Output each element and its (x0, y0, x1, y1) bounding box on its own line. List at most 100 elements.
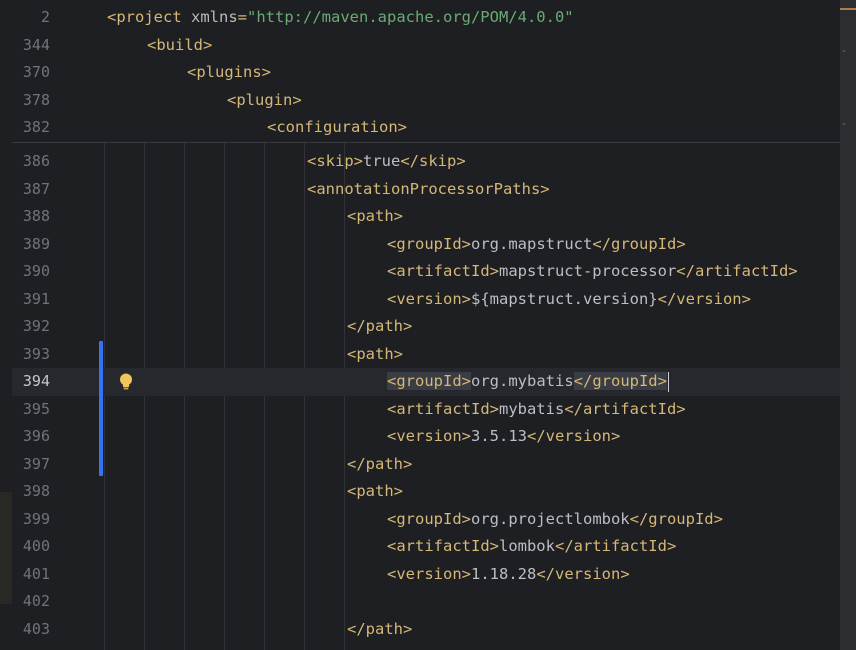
xml-tag: </version> (527, 427, 621, 445)
element-value: org.projectlombok (471, 509, 630, 528)
element-value: org.mybatis (471, 372, 574, 390)
xml-tag: <skip> (307, 152, 363, 170)
code-line[interactable]: 370 <plugins> (12, 59, 840, 87)
code-text[interactable]: <path> (347, 478, 403, 506)
code-text[interactable]: </path> (347, 313, 412, 341)
lightbulb-icon[interactable] (117, 372, 135, 392)
code-line[interactable]: 393 <path> (12, 341, 840, 369)
element-value: lombok (498, 537, 555, 555)
code-text[interactable]: </path> (347, 616, 412, 644)
xml-tag: </version> (536, 564, 630, 583)
xml-tag: <path> (347, 207, 403, 225)
change-marker[interactable] (99, 341, 103, 476)
line-number[interactable]: 402 (12, 588, 50, 616)
xml-tag: </path> (347, 619, 413, 638)
line-number[interactable]: 392 (12, 313, 50, 341)
code-text[interactable]: <groupId>org.mybatis</groupId> (387, 368, 670, 396)
xml-tag: </groupId> (592, 234, 686, 253)
xml-tag: <plugins> (187, 63, 271, 81)
left-strip-band (0, 492, 12, 604)
code-text[interactable]: <artifactId>lombok</artifactId> (387, 533, 676, 561)
code-text[interactable]: <version>${mapstruct.version}</version> (387, 286, 751, 314)
xml-tag: <path> (347, 344, 403, 363)
line-number[interactable]: 370 (12, 59, 50, 87)
code-line[interactable]: 378 <plugin> (12, 87, 840, 115)
xml-tag: <annotationProcessorPaths> (307, 179, 550, 198)
xml-tag: <groupId> (387, 234, 471, 253)
line-number[interactable]: 394 (12, 368, 50, 396)
code-text[interactable]: <version>1.18.28</version> (387, 561, 630, 589)
code-text[interactable]: <path> (347, 341, 403, 369)
code-text[interactable]: <artifactId>mapstruct-processor</artifac… (387, 258, 798, 286)
line-number[interactable]: 396 (12, 423, 50, 451)
code-line[interactable]: 398 <path> (12, 478, 840, 506)
code-text[interactable]: <project xmlns="http://maven.apache.org/… (107, 4, 574, 32)
line-number[interactable]: 391 (12, 286, 50, 314)
code-line[interactable]: 382 <configuration> (12, 114, 840, 142)
xml-tag: </artifactId> (676, 262, 798, 280)
code-line[interactable]: 391 <version>${mapstruct.version}</versio… (12, 286, 840, 314)
code-text[interactable]: </path> (347, 451, 412, 479)
code-line[interactable]: 388 <path> (12, 203, 840, 231)
code-text[interactable]: <path> (347, 203, 403, 231)
code-text[interactable]: <build> (147, 32, 212, 60)
line-number[interactable]: 397 (12, 451, 50, 479)
code-line[interactable]: 390 <artifactId>mapstruct-processor</arti… (12, 258, 840, 286)
code-line[interactable]: 396 <version>3.5.13</version> (12, 423, 840, 451)
xml-tag: </path> (347, 454, 413, 473)
sticky-header[interactable]: 2 <project xmlns="http://maven.apache.org… (12, 0, 840, 143)
line-number[interactable]: 382 (12, 114, 50, 142)
line-number[interactable]: 403 (12, 616, 50, 644)
code-line[interactable]: 386 <skip>true</skip> (12, 148, 840, 176)
xml-tag: <path> (347, 482, 403, 500)
code-text[interactable]: <skip>true</skip> (307, 148, 466, 176)
code-line[interactable]: 387 <annotationProcessorPaths> (12, 176, 840, 204)
code-text[interactable]: <groupId>org.projectlombok</groupId> (387, 506, 723, 534)
line-number[interactable]: 387 (12, 176, 50, 204)
code-line[interactable]: 399 <groupId>org.projectlombok</groupId> (12, 506, 840, 534)
xml-tag: </groupId> (629, 509, 723, 528)
code-text[interactable]: <plugin> (227, 87, 302, 115)
code-line[interactable]: 392 </path> (12, 313, 840, 341)
line-number[interactable]: 398 (12, 478, 50, 506)
right-scroll-strip[interactable]: - - (840, 0, 856, 650)
line-number[interactable]: 400 (12, 533, 50, 561)
code-line[interactable]: 344 <build> (12, 32, 840, 60)
xml-tag: <configuration> (267, 118, 407, 136)
element-value: 1.18.28 (471, 564, 537, 583)
line-number[interactable]: 390 (12, 258, 50, 286)
line-number[interactable]: 378 (12, 87, 50, 115)
code-line[interactable]: 2 <project xmlns="http://maven.apache.org… (12, 4, 840, 32)
code-text[interactable]: <configuration> (267, 114, 407, 142)
xml-tag: <artifactId> (387, 262, 499, 280)
line-number[interactable]: 344 (12, 32, 50, 60)
xml-tag: <plugin> (227, 90, 302, 109)
line-number[interactable]: 386 (12, 148, 50, 176)
code-line[interactable]: 401 <version>1.18.28</version> (12, 561, 840, 589)
code-text[interactable]: <version>3.5.13</version> (387, 423, 620, 451)
inspection-widget[interactable] (840, 0, 856, 14)
code-line[interactable]: 400 <artifactId>lombok</artifactId> (12, 533, 840, 561)
code-text[interactable]: <artifactId>mybatis</artifactId> (387, 396, 686, 424)
element-value: mapstruct-processor (498, 262, 677, 280)
code-line[interactable]: 397 </path> (12, 451, 840, 479)
code-editor[interactable]: 386 <skip>true</skip> 387 <annotationProces… (12, 0, 840, 650)
line-number[interactable]: 401 (12, 561, 50, 589)
code-text[interactable]: <plugins> (187, 59, 271, 87)
element-value: 3.5.13 (471, 427, 527, 445)
code-line[interactable]: 402 (12, 588, 840, 616)
line-number[interactable]: 399 (12, 506, 50, 534)
code-line[interactable]: 394 <groupId>org.mybatis</groupId> (12, 368, 840, 396)
line-number[interactable]: 2 (12, 4, 50, 32)
code-text[interactable]: <groupId>org.mapstruct</groupId> (387, 231, 686, 259)
code-line[interactable]: 389 <groupId>org.mapstruct</groupId> (12, 231, 840, 259)
code-text[interactable]: <annotationProcessorPaths> (307, 176, 550, 204)
line-number[interactable]: 395 (12, 396, 50, 424)
line-number[interactable]: 393 (12, 341, 50, 369)
element-value: ${mapstruct.version} (471, 289, 658, 308)
line-number[interactable]: 389 (12, 231, 50, 259)
line-number[interactable]: 388 (12, 203, 50, 231)
left-strip (0, 0, 12, 650)
code-line[interactable]: 403 </path> (12, 616, 840, 644)
code-line[interactable]: 395 <artifactId>mybatis</artifactId> (12, 396, 840, 424)
